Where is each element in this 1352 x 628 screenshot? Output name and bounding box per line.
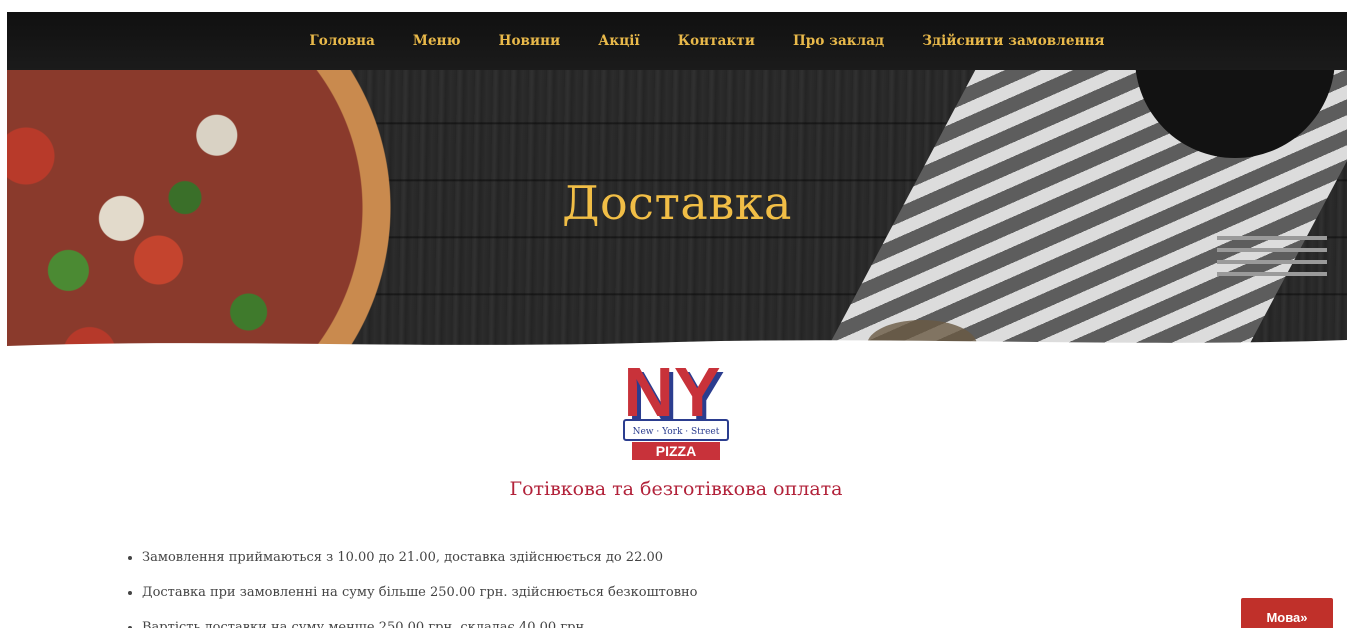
page-title: Доставка <box>562 176 792 230</box>
language-button[interactable]: Мова» <box>1241 598 1333 628</box>
logo-band-text: New · York · Street <box>633 427 720 437</box>
nav-item-home[interactable]: Головна <box>290 33 394 49</box>
list-item: Вартість доставки на суму менше 250.00 г… <box>142 610 698 628</box>
nav-item-contacts[interactable]: Контакти <box>659 33 774 49</box>
ny-pizza-logo[interactable]: NY NY New · York · Street PIZZA <box>618 356 734 466</box>
nav-item-menu[interactable]: Меню <box>394 33 480 49</box>
nav-item-order[interactable]: Здійснити замовлення <box>903 33 1123 49</box>
nav-item-news[interactable]: Новини <box>480 33 580 49</box>
logo-pizza-text: PIZZA <box>656 443 696 459</box>
page: Головна Меню Новини Акції Контакти Про з… <box>0 0 1352 628</box>
nav-item-about[interactable]: Про заклад <box>774 33 903 49</box>
payment-heading: Готівкова та безготівкова оплата <box>509 478 843 500</box>
delivery-info-list: Замовлення приймаються з 10.00 до 21.00,… <box>118 540 698 628</box>
hero-banner: Доставка <box>7 68 1347 348</box>
fork-image <box>1217 236 1327 282</box>
hero-wave-divider <box>7 340 1347 348</box>
list-item: Доставка при замовленні на суму більше 2… <box>142 575 698 610</box>
top-navbar: Головна Меню Новини Акції Контакти Про з… <box>7 12 1347 70</box>
list-item: Замовлення приймаються з 10.00 до 21.00,… <box>142 540 698 575</box>
nav-item-promotions[interactable]: Акції <box>579 33 658 49</box>
nav-menu: Головна Меню Новини Акції Контакти Про з… <box>290 33 1123 49</box>
